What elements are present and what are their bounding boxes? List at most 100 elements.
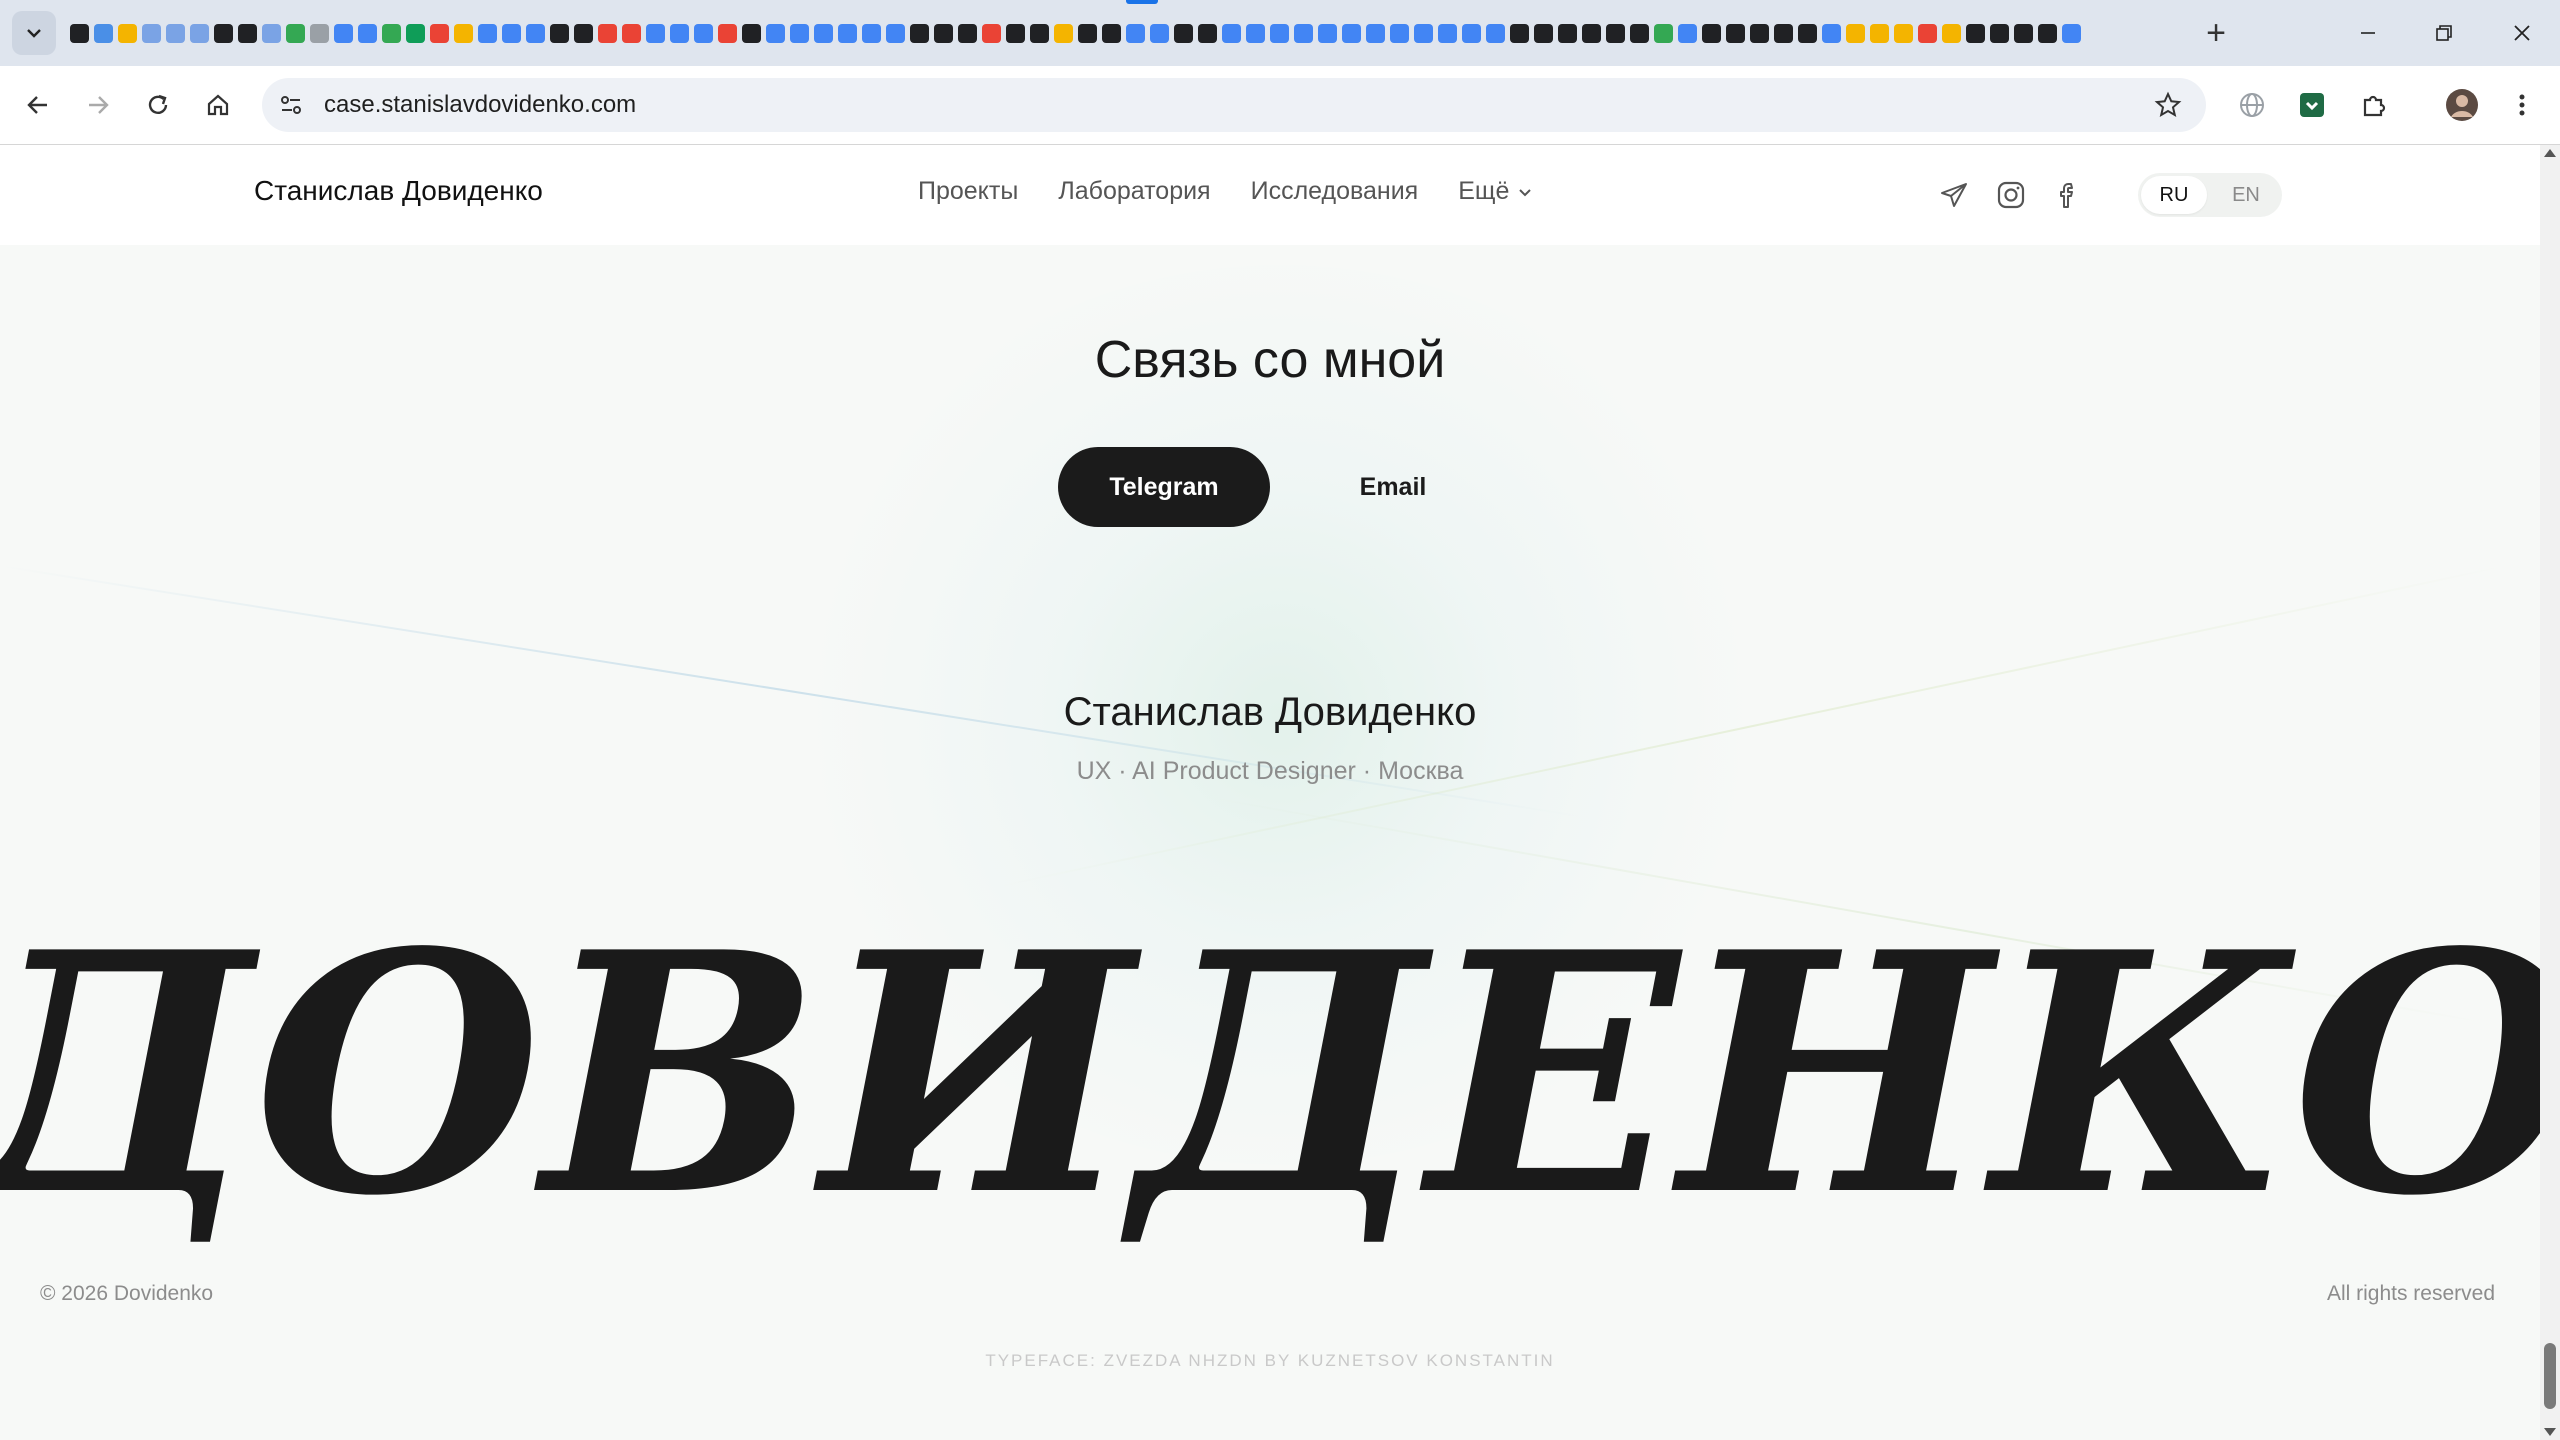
tab-favicon-icon[interactable] xyxy=(1942,23,1961,43)
tab-search-button[interactable] xyxy=(12,11,56,55)
tab-favicon-icon[interactable] xyxy=(334,23,353,43)
lang-ru-button[interactable]: RU xyxy=(2141,176,2207,214)
tab-favicons[interactable] xyxy=(70,23,2081,43)
tab-favicon-icon[interactable] xyxy=(166,23,185,43)
tab-favicon-icon[interactable] xyxy=(1078,23,1097,43)
tab-favicon-icon[interactable] xyxy=(598,23,617,43)
bookmark-star-icon[interactable] xyxy=(2154,91,2182,124)
tab-favicon-icon[interactable] xyxy=(1030,23,1049,43)
tab-favicon-icon[interactable] xyxy=(1822,23,1841,43)
tab-favicon-icon[interactable] xyxy=(454,23,473,43)
tab-favicon-icon[interactable] xyxy=(1198,23,1217,43)
tab-favicon-icon[interactable] xyxy=(238,23,257,43)
profile-button[interactable] xyxy=(2442,85,2482,125)
tab-favicon-icon[interactable] xyxy=(118,23,137,43)
tab-favicon-icon[interactable] xyxy=(886,23,905,43)
new-tab-button[interactable]: + xyxy=(2196,13,2236,53)
tab-favicon-icon[interactable] xyxy=(1894,23,1913,43)
tab-favicon-icon[interactable] xyxy=(1774,23,1793,43)
tab-favicon-icon[interactable] xyxy=(1750,23,1769,43)
instagram-link[interactable] xyxy=(1993,177,2029,213)
tab-favicon-icon[interactable] xyxy=(262,23,281,43)
tab-favicon-icon[interactable] xyxy=(1558,23,1577,43)
lang-en-button[interactable]: EN xyxy=(2213,176,2279,214)
tab-favicon-icon[interactable] xyxy=(1390,23,1409,43)
tab-favicon-icon[interactable] xyxy=(982,23,1001,43)
tab-favicon-icon[interactable] xyxy=(1222,23,1241,43)
tab-favicon-icon[interactable] xyxy=(502,23,521,43)
tab-favicon-icon[interactable] xyxy=(1462,23,1481,43)
tab-favicon-icon[interactable] xyxy=(1486,23,1505,43)
tab-favicon-icon[interactable] xyxy=(1366,23,1385,43)
tab-favicon-icon[interactable] xyxy=(2014,23,2033,43)
tab-favicon-icon[interactable] xyxy=(958,23,977,43)
tab-favicon-icon[interactable] xyxy=(358,23,377,43)
nav-item-lab[interactable]: Лаборатория xyxy=(1058,177,1210,206)
tab-favicon-icon[interactable] xyxy=(574,23,593,43)
tab-favicon-icon[interactable] xyxy=(1318,23,1337,43)
tab-favicon-icon[interactable] xyxy=(670,23,689,43)
tab-favicon-icon[interactable] xyxy=(1870,23,1889,43)
nav-more-dropdown[interactable]: Ещё xyxy=(1458,177,1533,206)
tab-favicon-icon[interactable] xyxy=(382,23,401,43)
tab-favicon-icon[interactable] xyxy=(214,23,233,43)
minimize-button[interactable] xyxy=(2330,0,2406,66)
tab-favicon-icon[interactable] xyxy=(2062,23,2081,43)
tab-favicon-icon[interactable] xyxy=(1702,23,1721,43)
tab-favicon-icon[interactable] xyxy=(1654,23,1673,43)
tab-favicon-icon[interactable] xyxy=(310,23,329,43)
url-text[interactable]: case.stanislavdovidenko.com xyxy=(324,78,636,132)
tab-favicon-icon[interactable] xyxy=(622,23,641,43)
shield-extension-button[interactable] xyxy=(2292,85,2332,125)
nav-item-research[interactable]: Исследования xyxy=(1251,177,1419,206)
tab-favicon-icon[interactable] xyxy=(94,23,113,43)
site-settings-icon[interactable] xyxy=(278,92,304,123)
tab-favicon-icon[interactable] xyxy=(1990,23,2009,43)
tab-favicon-icon[interactable] xyxy=(790,23,809,43)
nav-item-projects[interactable]: Проекты xyxy=(918,177,1018,206)
tab-favicon-icon[interactable] xyxy=(1846,23,1865,43)
scroll-thumb[interactable] xyxy=(2544,1343,2556,1409)
tab-favicon-icon[interactable] xyxy=(1270,23,1289,43)
tab-favicon-icon[interactable] xyxy=(478,23,497,43)
tab-favicon-icon[interactable] xyxy=(766,23,785,43)
facebook-link[interactable] xyxy=(2050,177,2086,213)
tab-favicon-icon[interactable] xyxy=(814,23,833,43)
telegram-link[interactable] xyxy=(1936,177,1972,213)
browser-menu-button[interactable] xyxy=(2502,85,2542,125)
tab-favicon-icon[interactable] xyxy=(190,23,209,43)
tab-favicon-icon[interactable] xyxy=(1150,23,1169,43)
close-window-button[interactable] xyxy=(2484,0,2560,66)
tab-favicon-icon[interactable] xyxy=(1630,23,1649,43)
translate-extension-button[interactable] xyxy=(2232,85,2272,125)
tab-favicon-icon[interactable] xyxy=(1582,23,1601,43)
tab-favicon-icon[interactable] xyxy=(1126,23,1145,43)
tab-favicon-icon[interactable] xyxy=(1006,23,1025,43)
tab-favicon-icon[interactable] xyxy=(1174,23,1193,43)
tab-favicon-icon[interactable] xyxy=(742,23,761,43)
tab-favicon-icon[interactable] xyxy=(1798,23,1817,43)
tab-favicon-icon[interactable] xyxy=(1678,23,1697,43)
tab-favicon-icon[interactable] xyxy=(862,23,881,43)
tab-favicon-icon[interactable] xyxy=(406,23,425,43)
tab-favicon-icon[interactable] xyxy=(2038,23,2057,43)
tab-favicon-icon[interactable] xyxy=(1102,23,1121,43)
tab-favicon-icon[interactable] xyxy=(1726,23,1745,43)
address-bar[interactable]: case.stanislavdovidenko.com xyxy=(262,78,2206,132)
tab-favicon-icon[interactable] xyxy=(1414,23,1433,43)
tab-favicon-icon[interactable] xyxy=(1606,23,1625,43)
tab-favicon-icon[interactable] xyxy=(1534,23,1553,43)
tab-favicon-icon[interactable] xyxy=(142,23,161,43)
restore-button[interactable] xyxy=(2406,0,2482,66)
extensions-button[interactable] xyxy=(2354,85,2394,125)
tab-favicon-icon[interactable] xyxy=(1054,23,1073,43)
forward-button[interactable] xyxy=(78,85,118,125)
tab-favicon-icon[interactable] xyxy=(70,23,89,43)
tab-favicon-icon[interactable] xyxy=(286,23,305,43)
tab-favicon-icon[interactable] xyxy=(934,23,953,43)
tab-favicon-icon[interactable] xyxy=(1294,23,1313,43)
site-logo[interactable]: Станислав Довиденко xyxy=(254,175,543,207)
tab-favicon-icon[interactable] xyxy=(526,23,545,43)
telegram-button[interactable]: Telegram xyxy=(1058,447,1270,527)
scroll-up-arrow-icon[interactable] xyxy=(2544,149,2556,157)
